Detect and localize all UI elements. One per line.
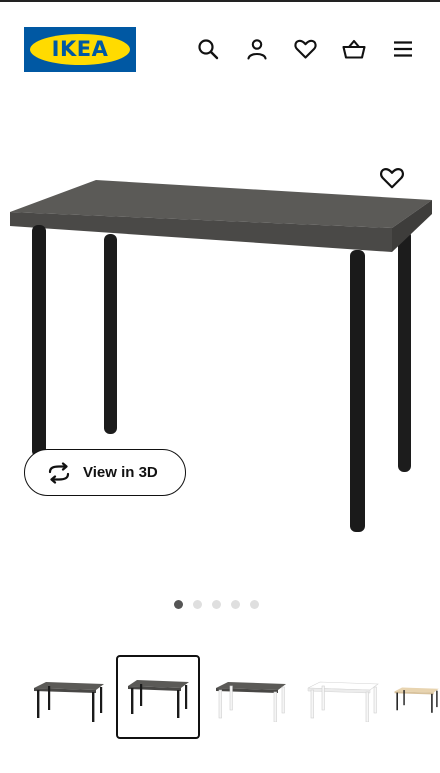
ikea-logo[interactable]: IKEA	[24, 27, 136, 72]
thumbnail-strip	[0, 655, 440, 740]
heart-icon[interactable]	[292, 36, 318, 62]
desk-leg-back-left	[104, 234, 117, 434]
heart-outline-icon[interactable]	[378, 165, 406, 191]
carousel-dot-2[interactable]	[193, 600, 202, 609]
carousel-dot-3[interactable]	[212, 600, 221, 609]
site-header: IKEA	[0, 0, 440, 100]
carousel-dots	[174, 600, 259, 609]
logo-text: IKEA	[51, 37, 109, 61]
rotate-3d-icon	[45, 461, 73, 484]
view-in-3d-button[interactable]: View in 3D	[24, 449, 186, 496]
carousel-dot-1[interactable]	[174, 600, 183, 609]
desk-leg-front-right	[350, 250, 365, 532]
thumbnail-dark-grey-black-selected[interactable]	[116, 655, 200, 739]
basket-icon[interactable]	[341, 36, 367, 62]
menu-icon[interactable]	[390, 36, 416, 62]
thumbnail-dark-grey-black[interactable]	[26, 655, 110, 739]
thumbnail-white-white[interactable]	[300, 655, 384, 739]
thumbnail-dark-grey-white[interactable]	[208, 655, 292, 739]
search-icon[interactable]	[195, 36, 221, 62]
thumbnail-birch-black[interactable]	[392, 655, 440, 739]
desk-leg-back-right	[398, 230, 411, 472]
carousel-dot-4[interactable]	[231, 600, 240, 609]
logo-oval: IKEA	[30, 34, 130, 65]
account-icon[interactable]	[244, 36, 270, 62]
desk-leg-front-left	[32, 225, 46, 457]
view-in-3d-label: View in 3D	[83, 464, 158, 481]
carousel-dot-5[interactable]	[250, 600, 259, 609]
